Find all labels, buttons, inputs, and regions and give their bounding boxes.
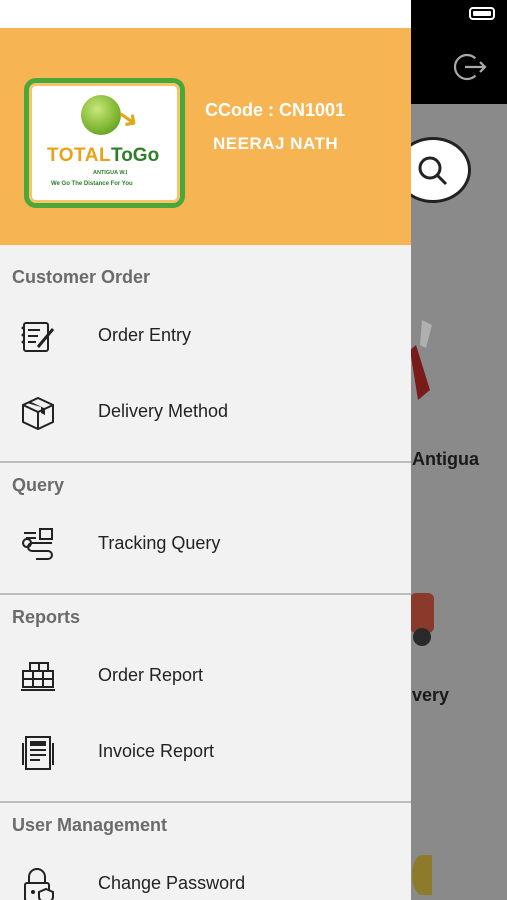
section-title-query: Query [12, 475, 65, 495]
background-label-antigua: Antigua [412, 449, 479, 469]
user-name: NEERAJ NATH [213, 134, 339, 153]
background-truck-illustration [410, 593, 434, 646]
search-icon [418, 156, 448, 186]
menu-item-label: Change Password [98, 873, 246, 893]
menu-item-label: Delivery Method [98, 401, 229, 421]
drawer-header: ➜ TOTAL ToGo ANTIGUA W.I We Go The Dista… [0, 28, 411, 245]
lock-icon [24, 868, 54, 900]
logo-text-total: TOTAL [47, 145, 112, 166]
background-illustration [410, 320, 432, 400]
menu-item-tracking-query[interactable]: Tracking Query [0, 513, 411, 577]
tracking-icon [22, 528, 53, 560]
boxes-report-icon [21, 662, 55, 691]
order-entry-icon [21, 322, 55, 352]
customer-code: CCode : CN1001 [205, 100, 346, 120]
menu-item-order-report[interactable]: Order Report [0, 645, 411, 709]
section-divider [0, 801, 411, 803]
box-icon [22, 396, 54, 431]
battery-icon [469, 7, 495, 20]
menu-item-delivery-method[interactable]: Delivery Method [0, 381, 411, 445]
menu-item-invoice-report[interactable]: Invoice Report [0, 721, 411, 785]
menu-item-label: Invoice Report [98, 741, 215, 761]
background-coin-illustration [412, 855, 432, 895]
invoice-icon [22, 736, 54, 770]
company-logo: ➜ TOTAL ToGo ANTIGUA W.I We Go The Dista… [24, 78, 185, 208]
section-title-user-management: User Management [12, 815, 168, 835]
section-divider [0, 461, 411, 463]
background-label-delivery: very [412, 685, 450, 705]
menu-item-change-password[interactable]: Change Password [0, 853, 411, 900]
logo-text-togo: ToGo [111, 145, 160, 166]
status-bar [0, 0, 411, 28]
menu-item-order-entry[interactable]: Order Entry [0, 305, 411, 369]
logout-icon[interactable] [452, 52, 488, 82]
logo-location: ANTIGUA W.I [93, 170, 128, 176]
section-title-customer-order: Customer Order [12, 267, 151, 287]
menu-item-label: Order Entry [98, 325, 192, 345]
navigation-drawer: ➜ TOTAL ToGo ANTIGUA W.I We Go The Dista… [0, 0, 411, 900]
menu-item-label: Tracking Query [98, 533, 221, 553]
section-title-reports: Reports [12, 607, 81, 627]
section-divider [0, 593, 411, 595]
menu-item-label: Order Report [98, 665, 204, 685]
logo-tagline: We Go The Distance For You [51, 181, 133, 187]
